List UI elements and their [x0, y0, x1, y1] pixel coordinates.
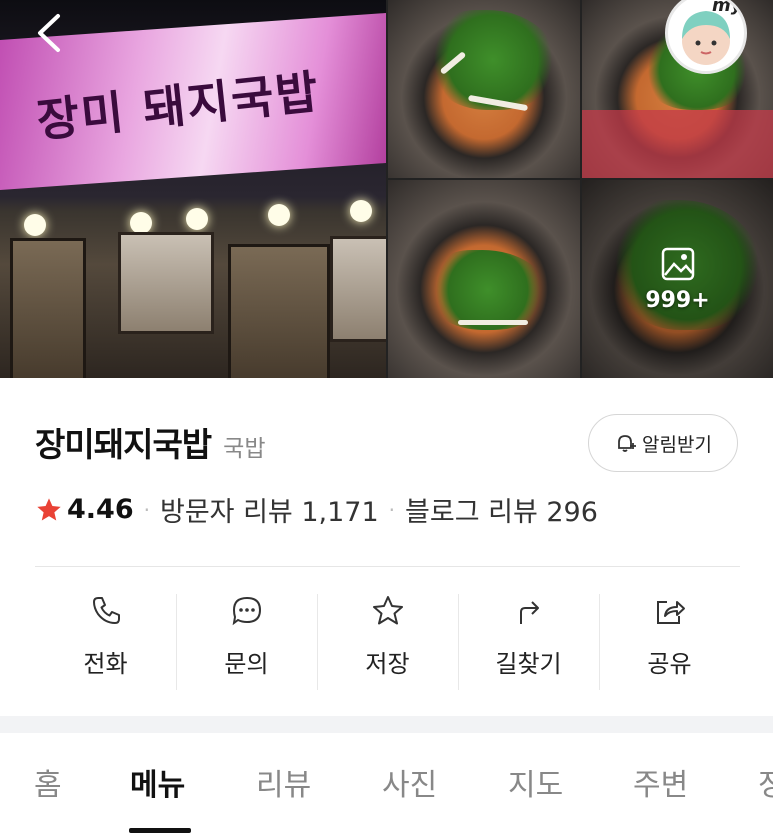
inquiry-button[interactable]: 문의 — [176, 592, 317, 692]
save-button[interactable]: 저장 — [317, 592, 458, 692]
action-bar: 전화 문의 저장 길찾기 공유 — [35, 592, 740, 692]
tab-menu[interactable]: 메뉴 — [130, 760, 185, 804]
food-photo-3[interactable] — [388, 180, 580, 378]
share-button[interactable]: 공유 — [599, 592, 740, 692]
notify-button[interactable]: 알림받기 — [588, 414, 738, 472]
bamboo-blind — [228, 244, 330, 378]
visitor-reviews-link[interactable]: 방문자 리뷰 1,171 — [160, 490, 379, 529]
chevron-left-icon — [38, 14, 60, 52]
share-icon — [656, 601, 685, 624]
lamp-light — [186, 208, 208, 230]
separator-dot: · — [143, 497, 150, 522]
divider — [35, 566, 740, 567]
star-outline-icon — [372, 596, 403, 625]
food-photo-1[interactable] — [388, 0, 580, 178]
photo-count: 999+ — [645, 287, 710, 313]
tab-info[interactable]: 정 — [758, 760, 773, 804]
inquiry-label: 문의 — [224, 650, 269, 678]
back-button[interactable] — [30, 10, 70, 56]
blog-reviews-link[interactable]: 블로그 리뷰 296 — [405, 490, 598, 529]
place-name: 장미돼지국밥 — [35, 425, 212, 464]
lamp-light — [24, 214, 46, 236]
tab-photos[interactable]: 사진 — [382, 760, 437, 804]
directions-button[interactable]: 길찾기 — [458, 592, 599, 692]
rating-row: 4.46 · 방문자 리뷰 1,171 · 블로그 리뷰 296 — [35, 490, 598, 529]
place-category: 국밥 — [223, 436, 266, 462]
call-button[interactable]: 전화 — [35, 592, 176, 692]
green-herbs — [428, 250, 548, 330]
bell-plus-icon — [618, 435, 637, 452]
save-label: 저장 — [365, 650, 410, 678]
directions-label: 길찾기 — [495, 650, 562, 678]
burner — [582, 110, 773, 178]
tab-nearby[interactable]: 주변 — [633, 760, 688, 804]
green-herbs — [428, 10, 558, 110]
photo-gallery[interactable]: 장미 돼지국밥 999+ — [0, 0, 773, 378]
place-title-row: 장미돼지국밥 국밥 — [35, 418, 266, 466]
tab-home[interactable]: 홈 — [34, 760, 62, 804]
lamp-light — [268, 204, 290, 226]
tab-reviews[interactable]: 리뷰 — [256, 760, 311, 804]
separator-dot: · — [388, 497, 396, 522]
rating-value: 4.46 — [67, 494, 134, 525]
noodles — [458, 320, 528, 325]
more-photos-overlay[interactable]: 999+ — [582, 180, 773, 378]
phone-icon — [92, 597, 120, 624]
share-label: 공유 — [647, 650, 692, 678]
directions-icon — [519, 601, 539, 624]
my-badge-text: my — [712, 0, 743, 16]
section-gap — [0, 716, 773, 733]
shop-window — [118, 232, 214, 334]
chat-icon — [232, 596, 261, 626]
call-label: 전화 — [83, 650, 128, 678]
notify-label: 알림받기 — [642, 433, 712, 456]
image-icon — [661, 247, 694, 280]
tab-map[interactable]: 지도 — [508, 760, 563, 804]
storefront-photo[interactable]: 장미 돼지국밥 — [0, 0, 386, 378]
lamp-light — [350, 200, 372, 222]
shop-window — [330, 236, 386, 342]
active-tab-indicator — [129, 828, 191, 833]
star-icon — [37, 497, 61, 520]
lamp-light — [130, 212, 152, 234]
glass-door — [10, 238, 86, 378]
